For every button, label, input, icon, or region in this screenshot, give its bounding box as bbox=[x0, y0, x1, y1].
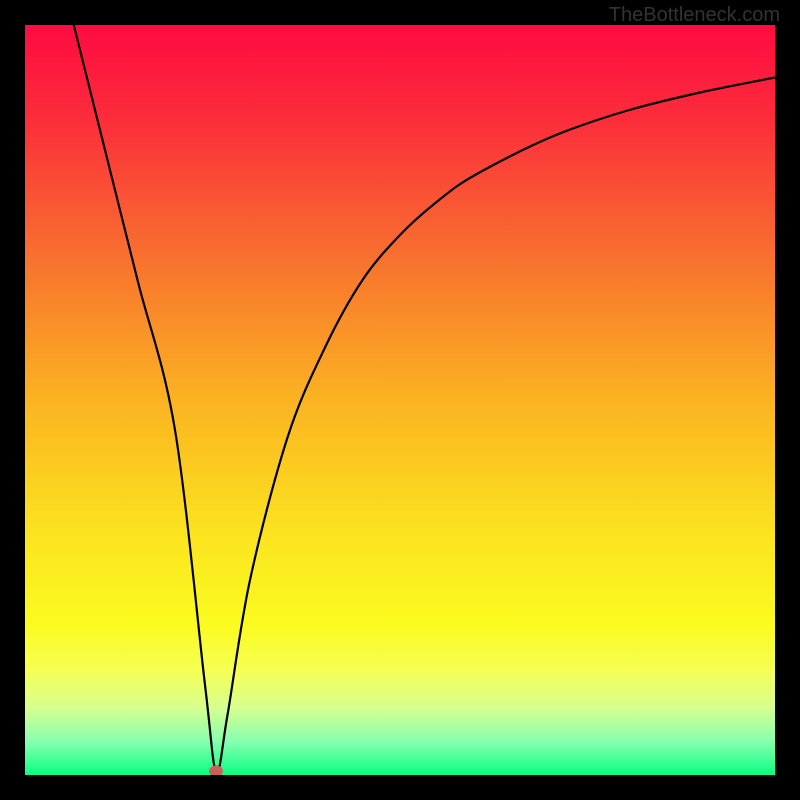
chart-frame: TheBottleneck.com bbox=[0, 0, 800, 800]
bottleneck-curve bbox=[25, 25, 775, 775]
plot-area bbox=[25, 25, 775, 775]
optimal-point-marker bbox=[209, 766, 223, 775]
watermark-text: TheBottleneck.com bbox=[609, 4, 780, 27]
